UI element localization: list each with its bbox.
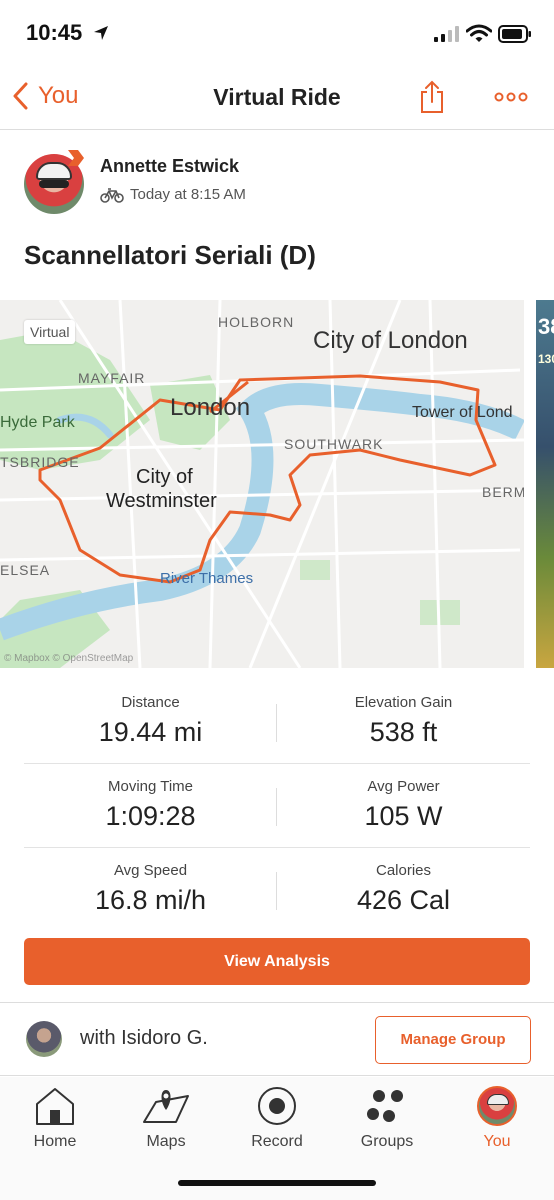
map-canvas (0, 300, 524, 668)
map-label-bermondsey: BERM (482, 484, 524, 500)
athlete-header[interactable]: Annette Estwick Today at 8:15 AM (24, 148, 534, 218)
map-icon (143, 1090, 189, 1123)
stat-row: Moving Time 1:09:28 Avg Power 105 W (24, 764, 530, 848)
group-member-avatar[interactable] (26, 1021, 62, 1057)
share-icon[interactable] (418, 80, 446, 114)
tab-maps[interactable]: Maps (121, 1083, 211, 1151)
map-label-mayfair: MAYFAIR (78, 370, 146, 386)
stat-label: Avg Power (367, 778, 440, 795)
map-label-tower: Tower of Lond (412, 404, 513, 421)
tab-label: Home (33, 1133, 77, 1150)
map-label-city-of-london: City of London (313, 327, 468, 354)
stat-value: 16.8 mi/h (94, 885, 207, 915)
map-label-westminster-1: City of (136, 466, 193, 488)
tab-you[interactable]: You (452, 1083, 542, 1151)
activity-title: Scannellatori Seriali (D) (24, 240, 316, 270)
map-attribution[interactable]: © Mapbox © OpenStreetMap (4, 653, 133, 664)
group-row: with Isidoro G. Manage Group (0, 1002, 554, 1076)
cell-signal-icon (434, 26, 459, 42)
stat-label: Calories (375, 862, 432, 879)
battery-icon (498, 25, 531, 43)
stat-value: 105 W (364, 801, 443, 831)
virtual-tag: Virtual (24, 320, 76, 344)
bike-icon (100, 187, 124, 203)
tab-label: Groups (360, 1133, 414, 1150)
page-title: Virtual Ride (213, 84, 341, 110)
stats-grid: Distance 19.44 mi Elevation Gain 538 ft … (24, 680, 530, 932)
tab-record[interactable]: Record (232, 1083, 322, 1151)
stat-label: Distance (121, 694, 180, 711)
stat-row: Avg Speed 16.8 mi/h Calories 426 Cal (24, 848, 530, 932)
subscriber-badge-icon (68, 150, 84, 166)
park-patch (300, 560, 330, 580)
peek-text-top: 38 (538, 314, 554, 339)
group-with-text[interactable]: with Isidoro G. (80, 1027, 208, 1050)
stat-avg-power: Avg Power 105 W (277, 778, 530, 832)
activity-time: Today at 8:15 AM (100, 186, 246, 203)
stat-moving-time: Moving Time 1:09:28 (24, 778, 277, 832)
map-label-westminster-2: Westminster (106, 490, 217, 512)
nav-bar: You Virtual Ride (0, 68, 554, 130)
stat-value: 538 ft (369, 717, 438, 747)
stat-row: Distance 19.44 mi Elevation Gain 538 ft (24, 680, 530, 764)
wifi-icon (466, 24, 492, 42)
groups-icon (367, 1090, 403, 1122)
route-map[interactable]: HOLBORN City of London MAYFAIR London To… (0, 300, 524, 668)
peek-text-bottom: 130 (538, 352, 554, 366)
view-analysis-button[interactable]: View Analysis (24, 938, 530, 985)
tab-label: Maps (146, 1133, 186, 1150)
stat-distance: Distance 19.44 mi (24, 694, 277, 748)
tab-label: Record (251, 1133, 303, 1150)
map-label-river: River Thames (160, 570, 254, 587)
athlete-name[interactable]: Annette Estwick (100, 156, 239, 177)
location-arrow-icon (94, 26, 108, 40)
map-label-holborn: HOLBORN (218, 314, 295, 330)
stat-value: 19.44 mi (98, 717, 203, 747)
tab-home[interactable]: Home (10, 1083, 100, 1151)
record-icon (258, 1087, 296, 1125)
stat-value: 1:09:28 (105, 801, 196, 831)
stat-value: 426 Cal (356, 885, 451, 915)
manage-group-button[interactable]: Manage Group (375, 1016, 531, 1064)
map-label-southwark: SOUTHWARK (284, 436, 384, 452)
map-label-london: London (170, 394, 251, 421)
status-time: 10:45 (26, 20, 83, 45)
map-label-knightsbridge: TSBRIDGE (0, 454, 80, 470)
stat-elevation: Elevation Gain 538 ft (277, 694, 530, 748)
more-options-icon[interactable] (494, 92, 528, 102)
stat-label: Avg Speed (113, 862, 188, 879)
stat-label: Elevation Gain (354, 694, 453, 711)
map-label-hyde-park: Hyde Park (0, 414, 75, 431)
stat-calories: Calories 426 Cal (277, 862, 530, 916)
home-indicator[interactable] (178, 1180, 376, 1186)
activity-time-text: Today at 8:15 AM (130, 186, 246, 203)
stat-label: Moving Time (107, 778, 194, 795)
home-icon (36, 1088, 74, 1125)
tab-groups[interactable]: Groups (342, 1083, 432, 1151)
map-label-chelsea: ELSEA (0, 562, 51, 578)
tab-label: You (483, 1133, 511, 1150)
stat-avg-speed: Avg Speed 16.8 mi/h (24, 862, 277, 916)
next-photo-peek[interactable]: 38 130 (536, 300, 554, 668)
status-bar: 10:45 (0, 0, 554, 68)
avatar (477, 1086, 517, 1126)
